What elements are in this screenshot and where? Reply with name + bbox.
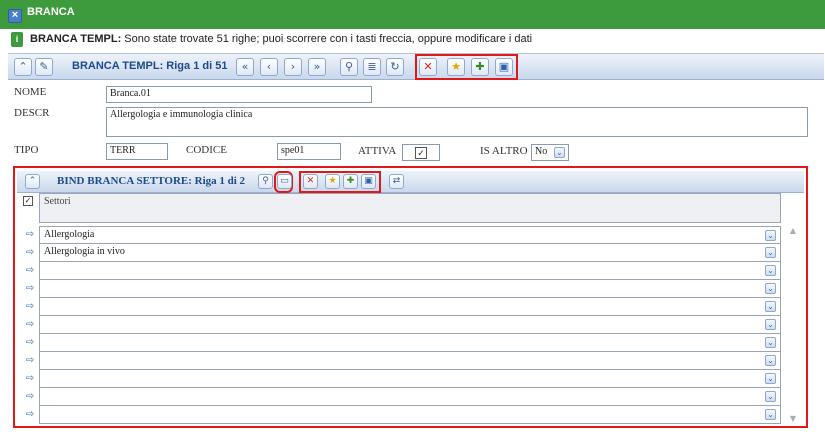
info-icon: i xyxy=(11,32,23,47)
table-row[interactable]: ⇨ ⌄ xyxy=(15,352,781,370)
codice-label: CODICE xyxy=(186,144,227,156)
row-select-icon[interactable]: ⇨ xyxy=(24,301,36,313)
table-row[interactable]: ⇨ ⌄ xyxy=(15,298,781,316)
settore-cell[interactable]: ⌄ xyxy=(39,370,781,388)
duplicate-record-button[interactable]: ✚ xyxy=(471,58,489,76)
isaltro-value: No xyxy=(535,146,548,157)
settore-cell[interactable]: ⌄ xyxy=(39,406,781,424)
chevron-down-icon[interactable]: ⌄ xyxy=(765,409,776,420)
settore-cell[interactable]: ⌄ xyxy=(39,316,781,334)
first-record-button[interactable]: « xyxy=(236,58,254,76)
record-title: BRANCA TEMPL: Riga 1 di 51 xyxy=(72,60,228,72)
isaltro-select[interactable]: No ⌄ xyxy=(531,144,569,161)
message-text: Sono state trovate 51 righe; puoi scorre… xyxy=(121,33,533,45)
settore-cell[interactable]: ⌄ xyxy=(39,334,781,352)
chevron-down-icon[interactable]: ⌄ xyxy=(765,265,776,276)
nome-label: NOME xyxy=(14,86,47,98)
vertical-scrollbar[interactable]: ▲ ▼ xyxy=(785,224,801,424)
delete-button[interactable]: ✕ xyxy=(303,174,318,189)
isaltro-label: IS ALTRO xyxy=(480,145,528,157)
status-message: i BRANCA TEMPL: Sono state trovate 51 ri… xyxy=(8,31,824,49)
save-button[interactable]: ▣ xyxy=(495,58,513,76)
search-icon[interactable]: ⚲ xyxy=(258,174,273,189)
settore-cell[interactable]: ⌄ xyxy=(39,388,781,406)
table-row[interactable]: ⇨ ⌄ xyxy=(15,370,781,388)
row-select-icon[interactable]: ⇨ xyxy=(24,409,36,421)
settore-cell[interactable]: Allergologia in vivo ⌄ xyxy=(39,244,781,262)
chevron-down-icon[interactable]: ⌄ xyxy=(765,230,776,241)
new-record-button[interactable]: ★ xyxy=(325,174,340,189)
collapse-icon[interactable]: ⌃ xyxy=(14,58,32,76)
row-select-icon[interactable]: ⇨ xyxy=(24,355,36,367)
row-select-icon[interactable]: ⇨ xyxy=(24,229,36,241)
codice-field[interactable]: spe01 xyxy=(277,143,341,160)
nome-field[interactable]: Branca.01 xyxy=(106,86,372,103)
chevron-down-icon[interactable]: ⌄ xyxy=(554,147,565,158)
close-icon[interactable]: × xyxy=(8,9,22,23)
chevron-down-icon[interactable]: ⌄ xyxy=(765,355,776,366)
window-title: BRANCA xyxy=(27,6,75,18)
chevron-down-icon[interactable]: ⌄ xyxy=(765,283,776,294)
duplicate-record-button[interactable]: ✚ xyxy=(343,174,358,189)
column-header-settori: Settori xyxy=(39,193,781,223)
descr-label: DESCR xyxy=(14,107,50,119)
row-select-icon[interactable]: ⇨ xyxy=(24,373,36,385)
table-row[interactable]: ⇨ ⌄ xyxy=(15,388,781,406)
new-record-button[interactable]: ★ xyxy=(447,58,465,76)
folder-icon[interactable]: ▭ xyxy=(277,174,292,189)
scroll-up-icon[interactable]: ▲ xyxy=(785,226,801,235)
next-record-button[interactable]: › xyxy=(284,58,302,76)
edit-icon[interactable]: ✎ xyxy=(35,58,53,76)
search-icon[interactable]: ⚲ xyxy=(340,58,358,76)
chevron-down-icon[interactable]: ⌄ xyxy=(765,391,776,402)
scroll-down-icon[interactable]: ▼ xyxy=(785,414,801,423)
attiva-field: ✓ xyxy=(402,144,440,161)
settore-subpanel: ⌃ BIND BRANCA SETTORE: Riga 1 di 2 ⚲ ▭ ✕… xyxy=(13,166,808,428)
refresh-icon[interactable]: ↻ xyxy=(386,58,404,76)
row-select-icon[interactable]: ⇨ xyxy=(24,283,36,295)
tipo-field[interactable]: TERR xyxy=(106,143,168,160)
settore-cell[interactable]: ⌄ xyxy=(39,298,781,316)
previous-record-button[interactable]: ‹ xyxy=(260,58,278,76)
table-row[interactable]: ⇨ Allergologia in vivo ⌄ xyxy=(15,244,781,262)
settore-cell[interactable]: ⌄ xyxy=(39,280,781,298)
save-button[interactable]: ▣ xyxy=(361,174,376,189)
window-titlebar: × BRANCA xyxy=(0,0,825,29)
delete-button[interactable]: ✕ xyxy=(419,58,437,76)
list-view-icon[interactable]: ≣ xyxy=(363,58,381,76)
tipo-label: TIPO xyxy=(14,144,39,156)
attiva-label: ATTIVA xyxy=(358,145,397,157)
settore-cell[interactable]: Allergologia ⌄ xyxy=(39,226,781,244)
table-row[interactable]: ⇨ Allergologia ⌄ xyxy=(15,226,781,244)
chevron-down-icon[interactable]: ⌄ xyxy=(765,319,776,330)
row-select-icon[interactable]: ⇨ xyxy=(24,337,36,349)
export-icon[interactable]: ⇄ xyxy=(389,174,404,189)
main-toolbar: ⌃ ✎ BRANCA TEMPL: Riga 1 di 51 « ‹ › » ⚲… xyxy=(8,53,824,80)
sub-record-title: BIND BRANCA SETTORE: Riga 1 di 2 xyxy=(57,175,246,187)
row-select-icon[interactable]: ⇨ xyxy=(24,247,36,259)
table-row[interactable]: ⇨ ⌄ xyxy=(15,262,781,280)
table-row[interactable]: ⇨ ⌄ xyxy=(15,316,781,334)
chevron-down-icon[interactable]: ⌄ xyxy=(765,247,776,258)
settore-cell[interactable]: ⌄ xyxy=(39,262,781,280)
chevron-down-icon[interactable]: ⌄ xyxy=(765,301,776,312)
chevron-down-icon[interactable]: ⌄ xyxy=(765,373,776,384)
table-row[interactable]: ⇨ ⌄ xyxy=(15,406,781,424)
sub-toolbar: ⌃ BIND BRANCA SETTORE: Riga 1 di 2 ⚲ ▭ ✕… xyxy=(17,171,804,193)
row-select-icon[interactable]: ⇨ xyxy=(24,391,36,403)
message-source: BRANCA TEMPL: xyxy=(30,33,122,45)
table-row[interactable]: ⇨ ⌄ xyxy=(15,280,781,298)
chevron-down-icon[interactable]: ⌄ xyxy=(765,337,776,348)
select-all-checkbox[interactable]: ✓ xyxy=(23,196,33,206)
descr-field[interactable]: Allergologia e immunologia clinica xyxy=(106,107,808,137)
row-select-icon[interactable]: ⇨ xyxy=(24,265,36,277)
settore-cell[interactable]: ⌄ xyxy=(39,352,781,370)
last-record-button[interactable]: » xyxy=(308,58,326,76)
row-select-icon[interactable]: ⇨ xyxy=(24,319,36,331)
attiva-checkbox[interactable]: ✓ xyxy=(415,147,427,159)
table-row[interactable]: ⇨ ⌄ xyxy=(15,334,781,352)
collapse-icon[interactable]: ⌃ xyxy=(25,174,40,189)
